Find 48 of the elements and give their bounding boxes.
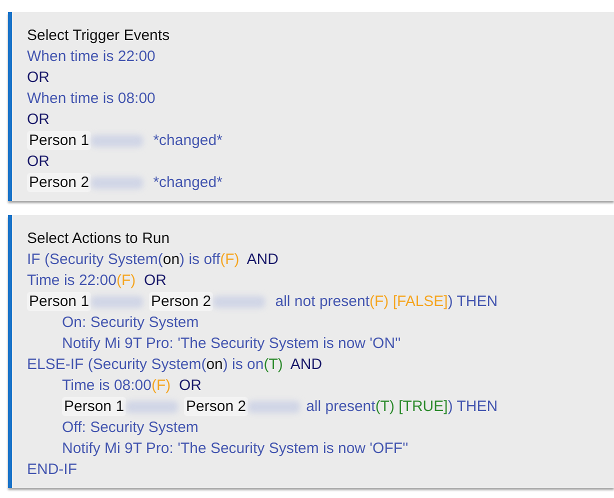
person-name: Person 1: [62, 397, 126, 416]
value-text: on: [162, 250, 180, 269]
blurred-block: [91, 176, 144, 188]
person-name: Person 1: [27, 292, 92, 311]
blurred-block: [126, 400, 178, 412]
panel-title: Select Trigger Events: [27, 26, 171, 46]
rule-text: *changed*: [152, 173, 222, 192]
person-name: Person 2: [184, 397, 248, 416]
panel-title: Select Actions to Run: [27, 229, 171, 249]
blurred-block: [91, 134, 144, 146]
rule-text: ) THEN: [448, 292, 498, 311]
value-text: on: [206, 355, 223, 374]
false-state-text: (F): [220, 250, 240, 269]
rule-text: ) is on: [222, 355, 264, 374]
operator-text: OR: [178, 376, 202, 395]
rule-text: Notify Mi 9T Pro: 'The Security System is now 'ON'': [62, 334, 401, 353]
operator-text: AND: [289, 355, 322, 374]
operator-text: AND: [246, 250, 278, 269]
person-name: Person 1: [27, 131, 92, 150]
rule-text: *changed*: [152, 131, 222, 150]
rule-text: Time is 08:00: [62, 376, 152, 395]
false-state-text: (F): [116, 271, 136, 290]
rule-text: END-IF: [27, 460, 77, 479]
rule-text: all not present: [274, 292, 370, 311]
person-name: Person 2: [149, 292, 214, 311]
true-state-text: (T) [TRUE]: [375, 397, 448, 416]
blurred-block: [91, 296, 144, 308]
rule-text: IF (Security System(: [27, 250, 163, 269]
rule-text: When time is 22:00: [27, 47, 156, 66]
rule-text: ELSE-IF (Security System(: [27, 355, 206, 374]
operator-text: OR: [27, 110, 50, 129]
rule-text: ) THEN: [448, 397, 498, 416]
operator-text: OR: [27, 152, 50, 171]
false-state-text: (F): [151, 376, 171, 395]
rule-text: When time is 08:00: [27, 89, 156, 108]
operator-text: OR: [27, 68, 50, 87]
rule-text: Off: Security System: [62, 418, 198, 437]
rule-text: Time is 22:00: [27, 271, 116, 290]
true-state-text: (T): [264, 355, 283, 374]
rule-text: Notify Mi 9T Pro: 'The Security System is now 'OFF'': [62, 439, 408, 458]
rule-text: ) is off: [180, 250, 220, 269]
rule-text: On: Security System: [62, 313, 199, 332]
blurred-block: [248, 400, 300, 412]
blurred-block: [213, 296, 266, 308]
operator-text: OR: [142, 271, 166, 290]
person-name: Person 2: [27, 173, 92, 192]
rule-text: all present: [306, 397, 376, 416]
false-state-text: (F) [FALSE]: [370, 292, 448, 311]
